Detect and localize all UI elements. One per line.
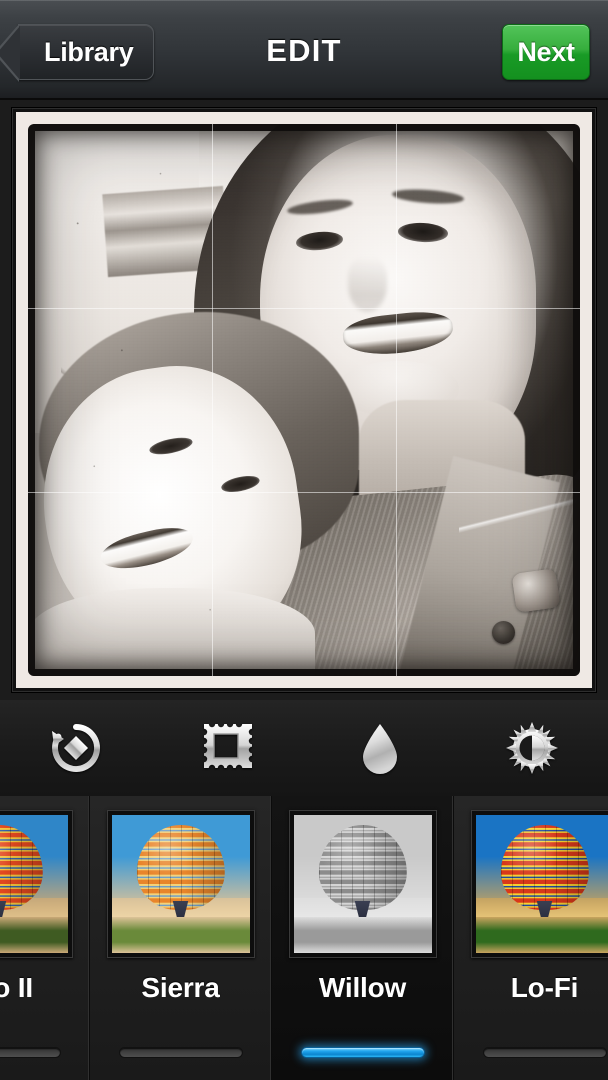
filter-cell[interactable]: Sierra bbox=[90, 796, 272, 1080]
blur-tool-button[interactable] bbox=[304, 700, 456, 796]
filter-label: Lo-Fi bbox=[510, 972, 579, 1003]
filter-label: Pro II bbox=[0, 972, 33, 1003]
balloon-preview-image bbox=[111, 815, 250, 953]
filter-cell[interactable]: Pro II bbox=[0, 796, 90, 1080]
filter-cell[interactable]: Willow bbox=[272, 796, 454, 1080]
instagram-edit-screen: Library EDIT Next o II Sierra Willow Lo-… bbox=[0, 0, 608, 1080]
next-button-label: Next bbox=[517, 36, 575, 67]
navigation-bar: Library EDIT Next bbox=[0, 0, 608, 100]
filter-label: Willow bbox=[318, 972, 407, 1003]
edit-tools-toolbar bbox=[0, 700, 608, 796]
balloon-preview-image bbox=[293, 815, 432, 953]
lux-tool-button[interactable] bbox=[456, 700, 608, 796]
rotate-icon bbox=[47, 719, 105, 777]
library-back-label: Library bbox=[44, 36, 134, 67]
balloon-preview-image bbox=[0, 815, 68, 953]
photo-preview-area[interactable] bbox=[0, 100, 608, 700]
filter-thumbnail[interactable] bbox=[0, 810, 73, 958]
lux-icon bbox=[503, 719, 561, 777]
next-button[interactable]: Next bbox=[502, 24, 590, 80]
filter-thumbnail[interactable] bbox=[106, 810, 255, 958]
filter-carousel[interactable]: Pro II Sierra Willow Lo-Fi bbox=[0, 796, 608, 1080]
frame-icon bbox=[200, 720, 256, 776]
blur-icon bbox=[359, 720, 401, 776]
photo-image[interactable] bbox=[28, 124, 580, 676]
filter-thumbnail[interactable] bbox=[288, 810, 437, 958]
filter-intensity-bar[interactable] bbox=[0, 1047, 61, 1058]
frame-tool-button[interactable] bbox=[152, 700, 304, 796]
photo-container[interactable] bbox=[12, 108, 596, 692]
balloon-preview-image bbox=[475, 815, 608, 953]
photo-border-frame bbox=[16, 112, 592, 688]
filter-label: Sierra bbox=[141, 972, 220, 1003]
filter-thumbnail[interactable] bbox=[470, 810, 608, 958]
filter-cell[interactable]: Lo-Fi bbox=[454, 796, 608, 1080]
rotate-tool-button[interactable] bbox=[0, 700, 152, 796]
filter-intensity-bar[interactable] bbox=[118, 1047, 243, 1058]
filter-selected-indicator[interactable] bbox=[300, 1047, 425, 1058]
filter-intensity-bar[interactable] bbox=[482, 1047, 607, 1058]
